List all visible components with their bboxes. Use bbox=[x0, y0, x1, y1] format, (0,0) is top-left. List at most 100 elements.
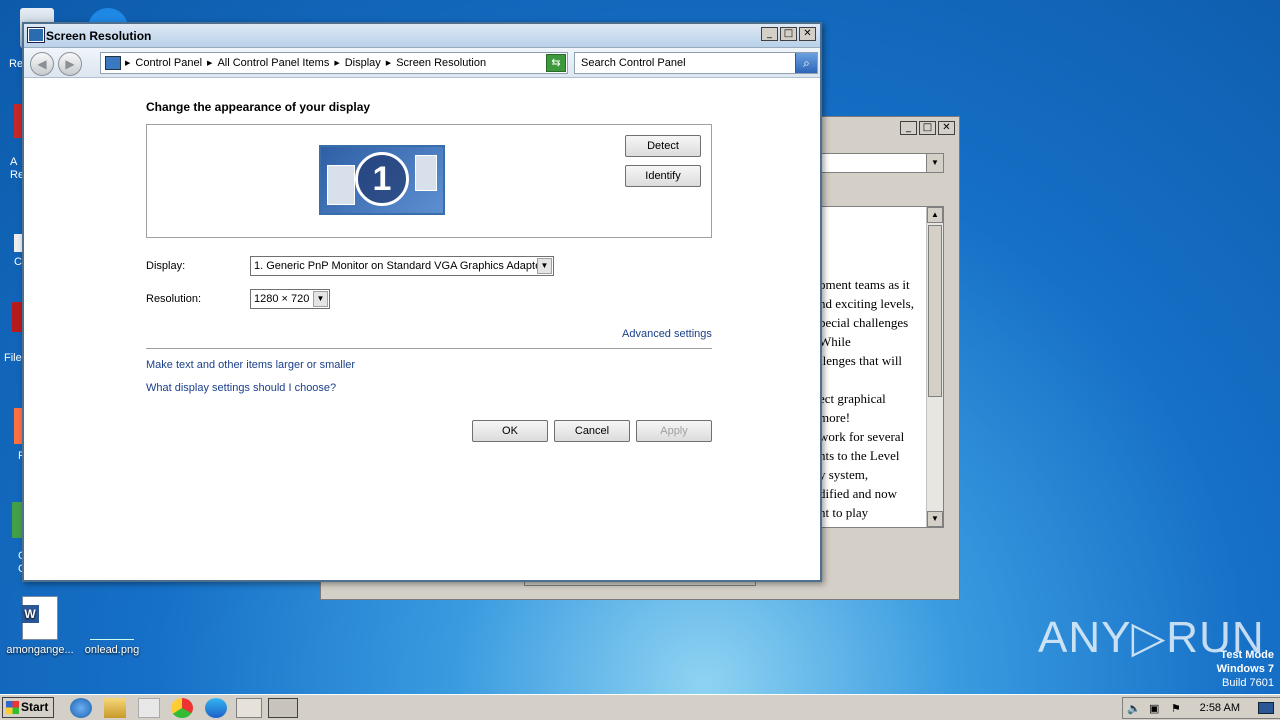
chevron-right-icon[interactable]: ▶ bbox=[334, 57, 339, 70]
page-title: Change the appearance of your display bbox=[146, 100, 371, 114]
file-explorer-icon[interactable] bbox=[104, 698, 126, 718]
breadcrumb-screen-resolution[interactable]: Screen Resolution bbox=[396, 57, 486, 70]
desktop-icon-doc[interactable]: W amongange... bbox=[0, 596, 80, 656]
desktop-icon-png-label: onlead.png bbox=[84, 644, 140, 656]
text-size-link[interactable]: Make text and other items larger or smal… bbox=[146, 359, 355, 371]
action-center-flag-icon[interactable]: ⚑ bbox=[1171, 702, 1181, 715]
start-button[interactable]: Start bbox=[2, 697, 54, 718]
edge-icon[interactable] bbox=[205, 698, 227, 718]
background-text-line: nts to the Level bbox=[819, 448, 900, 463]
recycle-bin-label: Re bbox=[9, 58, 24, 70]
background-text-line: nt to play bbox=[819, 505, 869, 520]
monitor-window-graphic bbox=[327, 165, 355, 205]
resolution-label: Resolution: bbox=[146, 293, 202, 305]
speaker-icon[interactable]: 🔈 bbox=[1127, 702, 1141, 715]
display-settings-icon bbox=[27, 27, 45, 43]
minimize-icon[interactable]: _ bbox=[761, 27, 778, 41]
background-text-line: nd exciting levels, bbox=[819, 296, 914, 311]
control-panel-icon bbox=[105, 56, 121, 70]
chrome-icon[interactable] bbox=[171, 698, 193, 718]
breadcrumb-display[interactable]: Display bbox=[345, 57, 381, 70]
scroll-thumb[interactable] bbox=[928, 225, 942, 397]
start-label: Start bbox=[21, 700, 49, 714]
taskbar-app-button[interactable] bbox=[236, 698, 262, 718]
window-title: Screen Resolution bbox=[46, 29, 152, 43]
chevron-down-icon[interactable]: ▼ bbox=[926, 154, 943, 172]
resolution-select[interactable]: 1280 × 720 ▼ bbox=[250, 289, 330, 309]
background-text-line: llenges that will bbox=[819, 353, 903, 368]
maximize-icon[interactable]: □ bbox=[919, 121, 936, 135]
cancel-button[interactable]: Cancel bbox=[554, 420, 630, 442]
filezilla-label: File bbox=[4, 352, 22, 364]
display-select-value: 1. Generic PnP Monitor on Standard VGA G… bbox=[254, 260, 545, 272]
test-mode-watermark: Test Mode Windows 7 Build 7601 bbox=[1217, 648, 1274, 690]
monitor-1-thumbnail[interactable]: 1 bbox=[319, 145, 445, 215]
background-text-line: work for several bbox=[819, 429, 905, 444]
background-window-text: pment teams as it nd exciting levels, peci… bbox=[819, 275, 914, 522]
ok-button[interactable]: OK bbox=[472, 420, 548, 442]
image-file-icon bbox=[90, 596, 134, 640]
identify-button[interactable]: Identify bbox=[625, 165, 701, 187]
background-text-line: y system, bbox=[819, 467, 869, 482]
chevron-down-icon[interactable]: ▼ bbox=[313, 291, 328, 307]
desktop-icon-doc-label: amongange... bbox=[6, 644, 74, 656]
show-desktop-icon[interactable] bbox=[1258, 702, 1274, 714]
search-placeholder: Search Control Panel bbox=[581, 57, 686, 69]
screen-resolution-window[interactable]: Screen Resolution _ □ ✕ ◀ ▶ ▶ Control Pa… bbox=[22, 22, 822, 582]
desktop-icon-png[interactable]: onlead.png bbox=[72, 596, 152, 656]
scroll-up-icon[interactable]: ▲ bbox=[927, 207, 943, 223]
shortcut-label: C bbox=[14, 256, 22, 268]
chevron-right-icon[interactable]: ▶ bbox=[207, 57, 212, 70]
clock[interactable]: 2:58 AM bbox=[1200, 702, 1240, 714]
background-text-line: dified and now bbox=[819, 486, 897, 501]
chevron-right-icon[interactable]: ▶ bbox=[386, 57, 391, 70]
window-titlebar[interactable]: Screen Resolution _ □ ✕ bbox=[24, 24, 820, 48]
back-button[interactable]: ◀ bbox=[30, 52, 54, 76]
monitor-window-graphic bbox=[415, 155, 437, 191]
close-icon[interactable]: ✕ bbox=[799, 27, 816, 41]
background-text-line bbox=[819, 370, 914, 389]
maximize-icon[interactable]: □ bbox=[780, 27, 797, 41]
forward-button[interactable]: ▶ bbox=[58, 52, 82, 76]
windows-logo-icon bbox=[6, 701, 19, 714]
search-icon[interactable]: ⌕ bbox=[795, 53, 817, 73]
network-icon[interactable]: ▣ bbox=[1149, 702, 1159, 715]
media-player-icon[interactable] bbox=[138, 698, 160, 718]
breadcrumb: ▶ Control Panel ▶ All Control Panel Item… bbox=[125, 57, 486, 70]
detect-button[interactable]: Detect bbox=[625, 135, 701, 157]
minimize-icon[interactable]: _ bbox=[900, 121, 917, 135]
watermark-line-2: Windows 7 bbox=[1216, 663, 1274, 675]
monitor-number: 1 bbox=[355, 152, 409, 206]
watermark-line-1: Test Mode bbox=[1220, 649, 1274, 661]
resolution-select-value: 1280 × 720 bbox=[254, 293, 310, 305]
display-select[interactable]: 1. Generic PnP Monitor on Standard VGA G… bbox=[250, 256, 554, 276]
background-text-line: pment teams as it bbox=[819, 277, 910, 292]
advanced-settings-link[interactable]: Advanced settings bbox=[622, 328, 712, 340]
close-icon[interactable]: ✕ bbox=[938, 121, 955, 135]
word-doc-icon: W bbox=[21, 596, 58, 640]
taskbar-screen-resolution-button[interactable] bbox=[268, 698, 298, 718]
address-bar[interactable]: ▶ Control Panel ▶ All Control Panel Item… bbox=[100, 52, 568, 74]
background-text-line: more! bbox=[819, 410, 851, 425]
divider bbox=[146, 348, 712, 349]
watermark-line-3: Build 7601 bbox=[1222, 677, 1274, 689]
taskbar: Start 🔈 ▣ ⚑ 2:58 AM bbox=[0, 694, 1280, 720]
monitor-preview: 1 Detect Identify bbox=[146, 124, 712, 238]
background-text-line: While bbox=[819, 334, 851, 349]
background-text-line: pecial challenges bbox=[819, 315, 909, 330]
scroll-down-icon[interactable]: ▼ bbox=[927, 511, 943, 527]
apply-button[interactable]: Apply bbox=[636, 420, 712, 442]
breadcrumb-all-items[interactable]: All Control Panel Items bbox=[217, 57, 329, 70]
display-label: Display: bbox=[146, 260, 186, 272]
system-tray: 🔈 ▣ ⚑ 2:58 AM bbox=[1122, 697, 1280, 719]
help-link[interactable]: What display settings should I choose? bbox=[146, 382, 336, 394]
background-text-line: ect graphical bbox=[819, 391, 886, 406]
breadcrumb-control-panel[interactable]: Control Panel bbox=[135, 57, 202, 70]
internet-explorer-icon[interactable] bbox=[70, 698, 92, 718]
navigation-bar: ◀ ▶ ▶ Control Panel ▶ All Control Panel … bbox=[24, 48, 820, 78]
search-input[interactable]: Search Control Panel ⌕ bbox=[574, 52, 818, 74]
background-window-scrollbar[interactable]: ▲ ▼ bbox=[926, 207, 943, 527]
refresh-button[interactable]: ⇆ bbox=[546, 54, 566, 72]
chevron-down-icon[interactable]: ▼ bbox=[537, 258, 552, 274]
chevron-right-icon[interactable]: ▶ bbox=[125, 57, 130, 70]
